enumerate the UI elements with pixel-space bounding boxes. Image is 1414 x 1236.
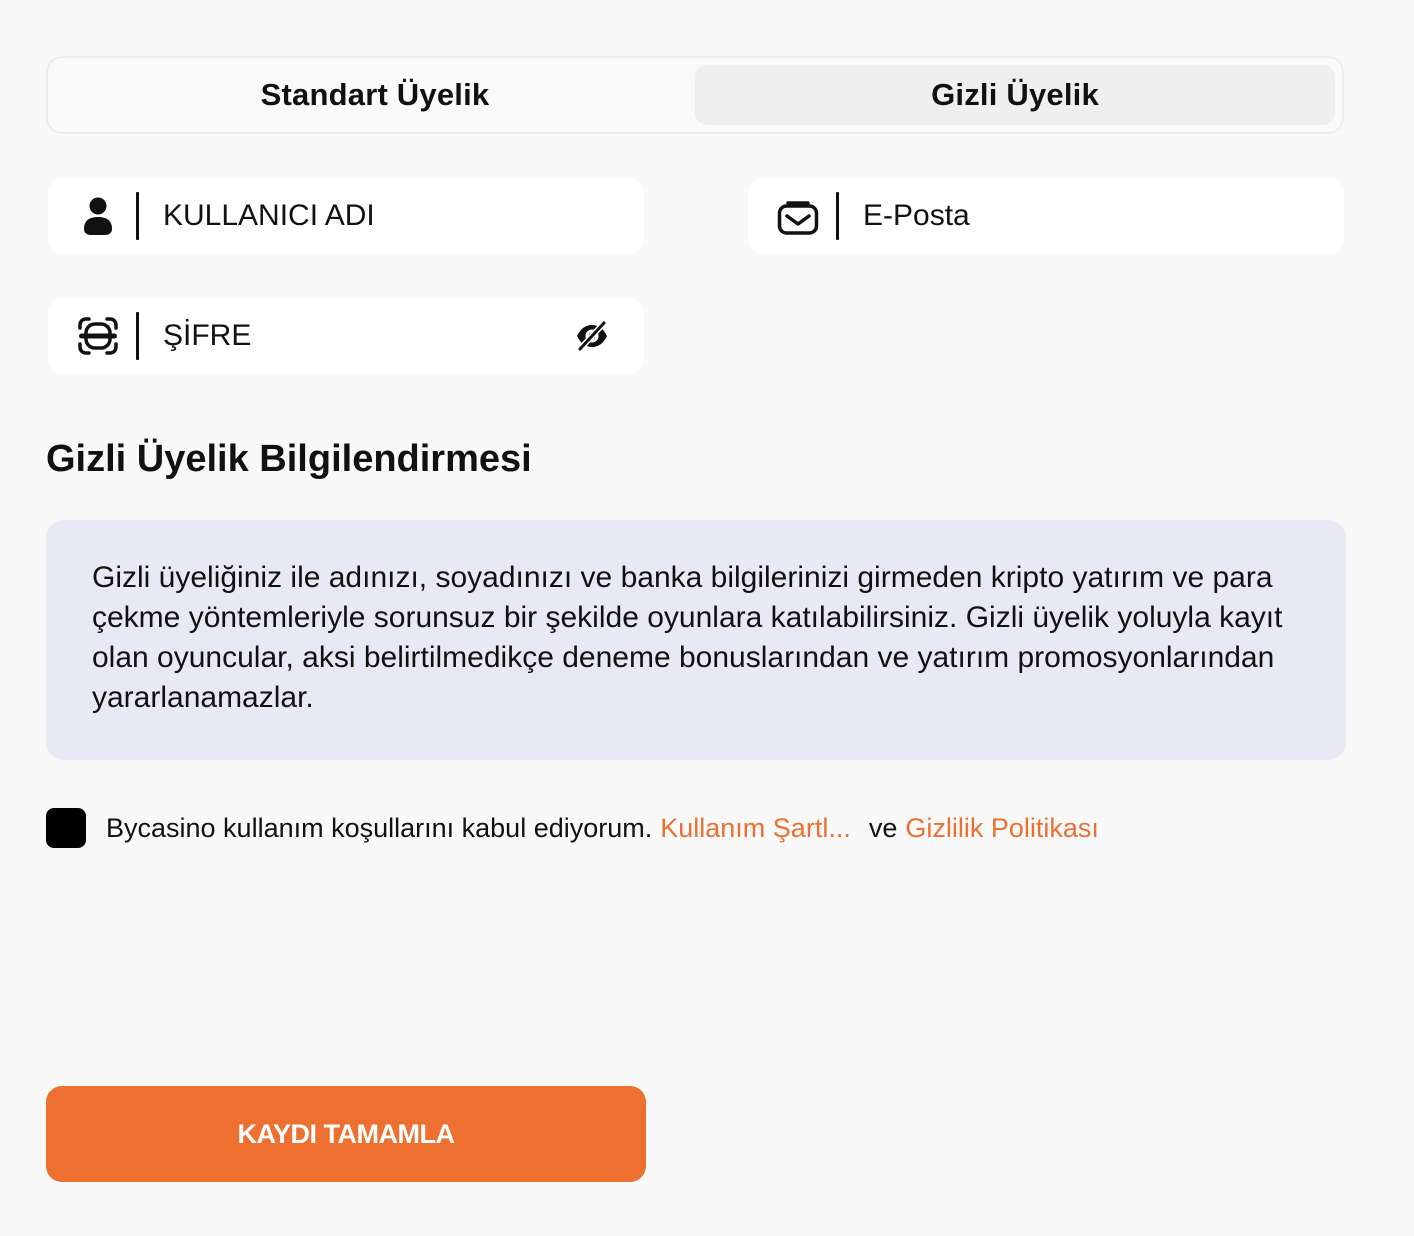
terms-conjunction: ve [868, 812, 898, 843]
username-field [48, 178, 644, 254]
terms-checkbox[interactable] [46, 808, 86, 848]
username-input[interactable] [163, 199, 644, 233]
tab-standard-membership[interactable]: Standart Üyelik [55, 65, 695, 125]
field-divider [836, 192, 839, 240]
email-input[interactable] [863, 199, 1344, 233]
terms-of-use-link[interactable]: Kullanım Şartl... [660, 813, 851, 844]
email-field [748, 178, 1344, 254]
mail-icon [776, 194, 820, 238]
password-input[interactable] [163, 319, 572, 353]
terms-text: Bycasino kullanım koşullarını kabul ediy… [106, 812, 653, 843]
password-icon [76, 314, 120, 358]
eye-slash-icon[interactable] [572, 316, 612, 356]
field-divider [136, 192, 139, 240]
info-text: Gizli üyeliğiniz ile adınızı, soyadınızı… [92, 561, 1283, 714]
password-field [48, 298, 644, 374]
info-title: Gizli Üyelik Bilgilendirmesi [46, 438, 532, 480]
membership-tabs: Standart Üyelik Gizli Üyelik [46, 56, 1344, 134]
field-divider [136, 312, 139, 360]
tab-hidden-membership[interactable]: Gizli Üyelik [695, 65, 1335, 125]
user-icon [76, 194, 120, 238]
terms-row: Bycasino kullanım koşullarını kabul ediy… [46, 808, 1099, 848]
complete-registration-button[interactable]: KAYDI TAMAMLA [46, 1086, 646, 1182]
info-box: Gizli üyeliğiniz ile adınızı, soyadınızı… [46, 520, 1346, 760]
privacy-policy-link[interactable]: Gizlilik Politikası [905, 813, 1099, 844]
